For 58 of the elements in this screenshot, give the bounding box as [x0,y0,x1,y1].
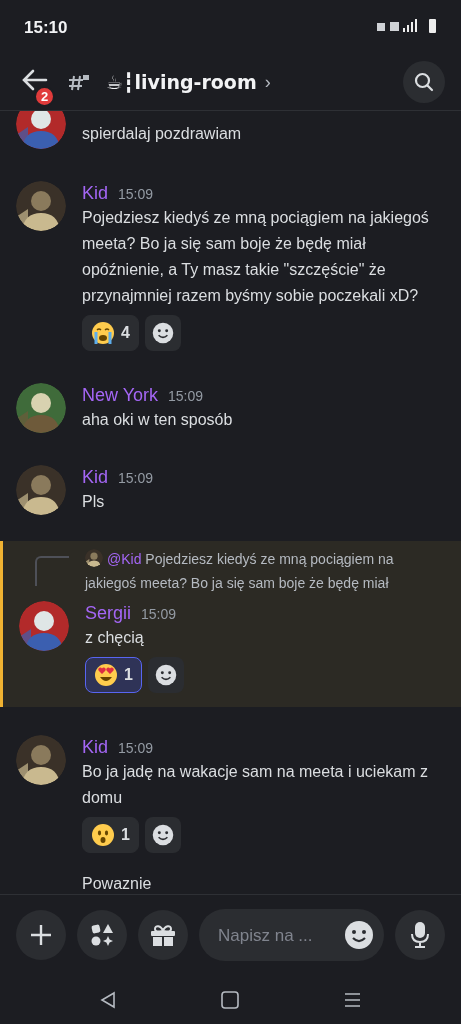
message-text: Pls [82,492,106,513]
reply-preview[interactable]: @Kid Pojedziesz kiedyś ze mną pociągiem na jakiegoś meeta? Bo ja się sam boje że będę miał [85,547,445,596]
menu-nav-icon[interactable] [343,991,361,1008]
apps-button[interactable] [77,910,127,961]
message-time: 15:09 [168,387,204,407]
message-text: spierdalaj pozdrawiam [82,124,243,145]
smiley-icon [151,824,174,847]
avatar[interactable] [16,465,66,516]
search-icon [414,72,434,93]
avatar[interactable] [16,383,66,434]
message-time: 15:09 [118,185,154,205]
message-text: Powaznie [82,874,153,895]
chevron[interactable]: › [264,68,271,96]
gift-icon [150,923,176,948]
message-text: Pojedziesz kiedyś ze mną pociągiem na jakiegoś meeta? Bo ja się sam boje że będę miał opóźnienie, a Ty masz takie "szczęście" że przynajmniej razem byśmy sobie poczekali xD? [82,208,430,307]
message-time: 15:09 [118,469,154,489]
locked-channel-icon [68,72,90,93]
message-input[interactable]: Napisz na ... [216,921,344,950]
add-reaction-button[interactable] [147,657,184,694]
author-name[interactable]: Kid [82,181,108,206]
avatar[interactable] [16,181,66,232]
unread-badge: 2 [34,86,55,108]
reaction-button[interactable]: 4 [82,315,139,352]
avatar[interactable] [19,601,69,652]
channel-name[interactable]: ☕┇living-room [106,68,257,97]
emoji-icon[interactable] [344,920,374,951]
microphone-button[interactable] [395,910,445,961]
reaction-button[interactable]: 1 [82,817,139,854]
signal-status-icons [377,19,437,36]
message-text: aha oki w ten sposób [82,410,234,431]
back-nav-icon[interactable] [100,990,117,1009]
author-name[interactable]: New York [82,383,159,408]
gift-button[interactable] [138,910,188,961]
search-button[interactable] [403,61,445,104]
message-text: Bo ja jadę na wakacje sam na meeta i uciekam z domu [82,762,429,809]
shapes-icon [90,923,114,948]
author-name[interactable]: Kid [82,735,108,760]
status-time: 15:10 [24,16,68,39]
back-arrow-icon[interactable] [22,69,48,92]
avatar[interactable] [16,111,66,150]
smiley-icon [151,322,174,345]
add-button[interactable] [16,910,66,961]
message-field[interactable]: Napisz na ... [199,909,384,962]
microphone-icon [410,921,430,950]
reply-avatar[interactable] [85,549,103,568]
message-text: z chęcią [85,628,145,649]
add-reaction-button[interactable] [144,315,181,352]
reaction-button[interactable]: 1 [85,657,142,694]
avatar[interactable] [16,735,66,786]
reply-connector [35,556,69,587]
plus-icon [29,923,53,948]
home-nav-icon[interactable] [221,990,239,1009]
add-reaction-button[interactable] [144,817,181,854]
author-name[interactable]: Kid [82,465,108,490]
smiley-icon [154,664,177,687]
message-time: 15:09 [141,605,177,625]
message-time: 15:09 [118,739,154,759]
author-name[interactable]: Sergii [85,601,132,626]
